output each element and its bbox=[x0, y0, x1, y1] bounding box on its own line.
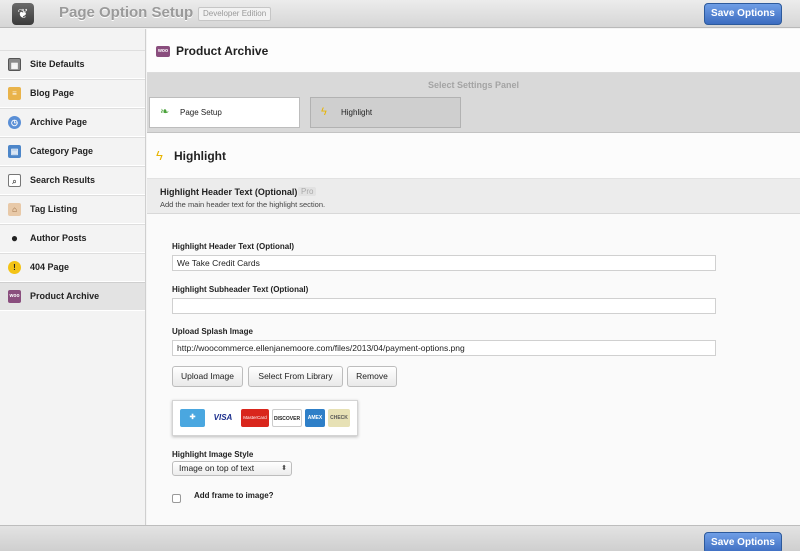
sidebar-item-blog-page[interactable]: ≡ Blog Page bbox=[0, 79, 145, 108]
tag-icon: ⌂ bbox=[8, 203, 21, 216]
sidebar-item-search-results[interactable]: ⌕ Search Results bbox=[0, 166, 145, 195]
upload-image-button[interactable]: Upload Image bbox=[172, 366, 243, 387]
tab-highlight[interactable]: ϟ Highlight bbox=[310, 97, 461, 128]
header-text-label: Highlight Header Text (Optional) bbox=[172, 242, 295, 251]
add-frame-label: Add frame to image? bbox=[194, 491, 274, 500]
leaf-icon: ❧ bbox=[160, 106, 170, 118]
top-bar: ❦ Page Option Setup Developer Edition Sa… bbox=[0, 0, 800, 28]
grid-icon: ▦ bbox=[8, 58, 21, 71]
edition-badge: Developer Edition bbox=[198, 7, 272, 21]
splash-image-label: Upload Splash Image bbox=[172, 327, 253, 336]
sidebar-item-label: Tag Listing bbox=[30, 204, 78, 214]
clock-icon: ◷ bbox=[8, 116, 21, 129]
sidebar-item-tag-listing[interactable]: ⌂ Tag Listing bbox=[0, 195, 145, 224]
subheader-text-label: Highlight Subheader Text (Optional) bbox=[172, 285, 309, 294]
visa-card-icon: VISA bbox=[208, 409, 238, 427]
sidebar-item-archive-page[interactable]: ◷ Archive Page bbox=[0, 108, 145, 137]
section-title: Highlight bbox=[174, 149, 226, 163]
section-header: ϟ Highlight bbox=[147, 133, 800, 179]
sidebar-item-category-page[interactable]: ▤ Category Page bbox=[0, 137, 145, 166]
sidebar-item-label: Author Posts bbox=[30, 233, 87, 243]
add-frame-checkbox[interactable] bbox=[172, 494, 181, 503]
sidebar-item-label: Site Defaults bbox=[30, 59, 85, 69]
image-style-value: Image on top of text bbox=[179, 463, 255, 473]
image-style-label: Highlight Image Style bbox=[172, 450, 254, 459]
woo-icon: woo bbox=[8, 290, 21, 303]
sidebar-item-label: Blog Page bbox=[30, 88, 75, 98]
select-from-library-button[interactable]: Select From Library bbox=[248, 366, 343, 387]
option-title: Highlight Header Text (Optional) bbox=[160, 187, 298, 197]
mastercard-card-icon: MasterCard bbox=[241, 409, 269, 427]
sidebar-item-label: Search Results bbox=[30, 175, 96, 185]
option-description: Add the main header text for the highlig… bbox=[160, 200, 326, 209]
sidebar-item-label: Category Page bbox=[30, 146, 94, 156]
lightning-icon: ϟ bbox=[321, 106, 327, 118]
pro-badge: Pro bbox=[298, 187, 317, 196]
select-arrows-icon: ⬍ bbox=[281, 465, 287, 472]
app-logo-icon: ❦ bbox=[12, 3, 34, 25]
subheader-text-input[interactable] bbox=[172, 298, 716, 314]
main-header: woo Product Archive bbox=[147, 29, 800, 73]
cross-card-icon: ✚ bbox=[180, 409, 205, 427]
sidebar-item-site-defaults[interactable]: ▦ Site Defaults bbox=[0, 50, 145, 79]
panel-label: Select Settings Panel bbox=[427, 80, 520, 90]
tab-label: Highlight bbox=[341, 108, 373, 117]
check-card-icon: CHECK bbox=[328, 409, 350, 427]
option-header: Highlight Header Text (Optional) Pro Add… bbox=[147, 179, 800, 214]
tab-label: Page Setup bbox=[180, 108, 222, 117]
save-options-button-bottom[interactable]: Save Options bbox=[704, 532, 782, 551]
woo-icon: woo bbox=[156, 46, 170, 57]
tab-page-setup[interactable]: ❧ Page Setup bbox=[149, 97, 300, 128]
person-icon: ● bbox=[10, 231, 19, 245]
search-box-icon: ⌕ bbox=[8, 174, 21, 187]
header-text-input[interactable] bbox=[172, 255, 716, 271]
remove-button[interactable]: Remove bbox=[347, 366, 397, 387]
stack-icon: ▤ bbox=[8, 145, 21, 158]
sidebar-item-label: 404 Page bbox=[30, 262, 70, 272]
save-options-button[interactable]: Save Options bbox=[704, 3, 782, 25]
image-style-select[interactable]: Image on top of text ⬍ bbox=[172, 461, 292, 476]
amex-card-icon: AMEX bbox=[305, 409, 325, 427]
splash-image-preview: ✚ VISA MasterCard DISCOVER AMEX CHECK bbox=[172, 400, 358, 436]
lightning-icon: ϟ bbox=[156, 148, 163, 163]
sidebar-item-product-archive[interactable]: woo Product Archive bbox=[0, 282, 145, 311]
warning-icon: ! bbox=[8, 261, 21, 274]
settings-panel-bar: Select Settings Panel ❧ Page Setup ϟ Hig… bbox=[147, 73, 800, 133]
sidebar-item-author-posts[interactable]: ● Author Posts bbox=[0, 224, 145, 253]
page-title: Page Option Setup bbox=[59, 4, 194, 21]
discover-card-icon: DISCOVER bbox=[272, 409, 302, 427]
blog-icon: ≡ bbox=[8, 87, 21, 100]
sidebar-item-label: Archive Page bbox=[30, 117, 88, 127]
splash-image-url-input[interactable] bbox=[172, 340, 716, 356]
sidebar: ▦ Site Defaults ≡ Blog Page ◷ Archive Pa… bbox=[0, 29, 146, 525]
sidebar-item-404-page[interactable]: ! 404 Page bbox=[0, 253, 145, 282]
section-page-title: Product Archive bbox=[176, 44, 269, 58]
sidebar-item-label: Product Archive bbox=[30, 291, 100, 301]
footer-bar bbox=[0, 525, 800, 551]
